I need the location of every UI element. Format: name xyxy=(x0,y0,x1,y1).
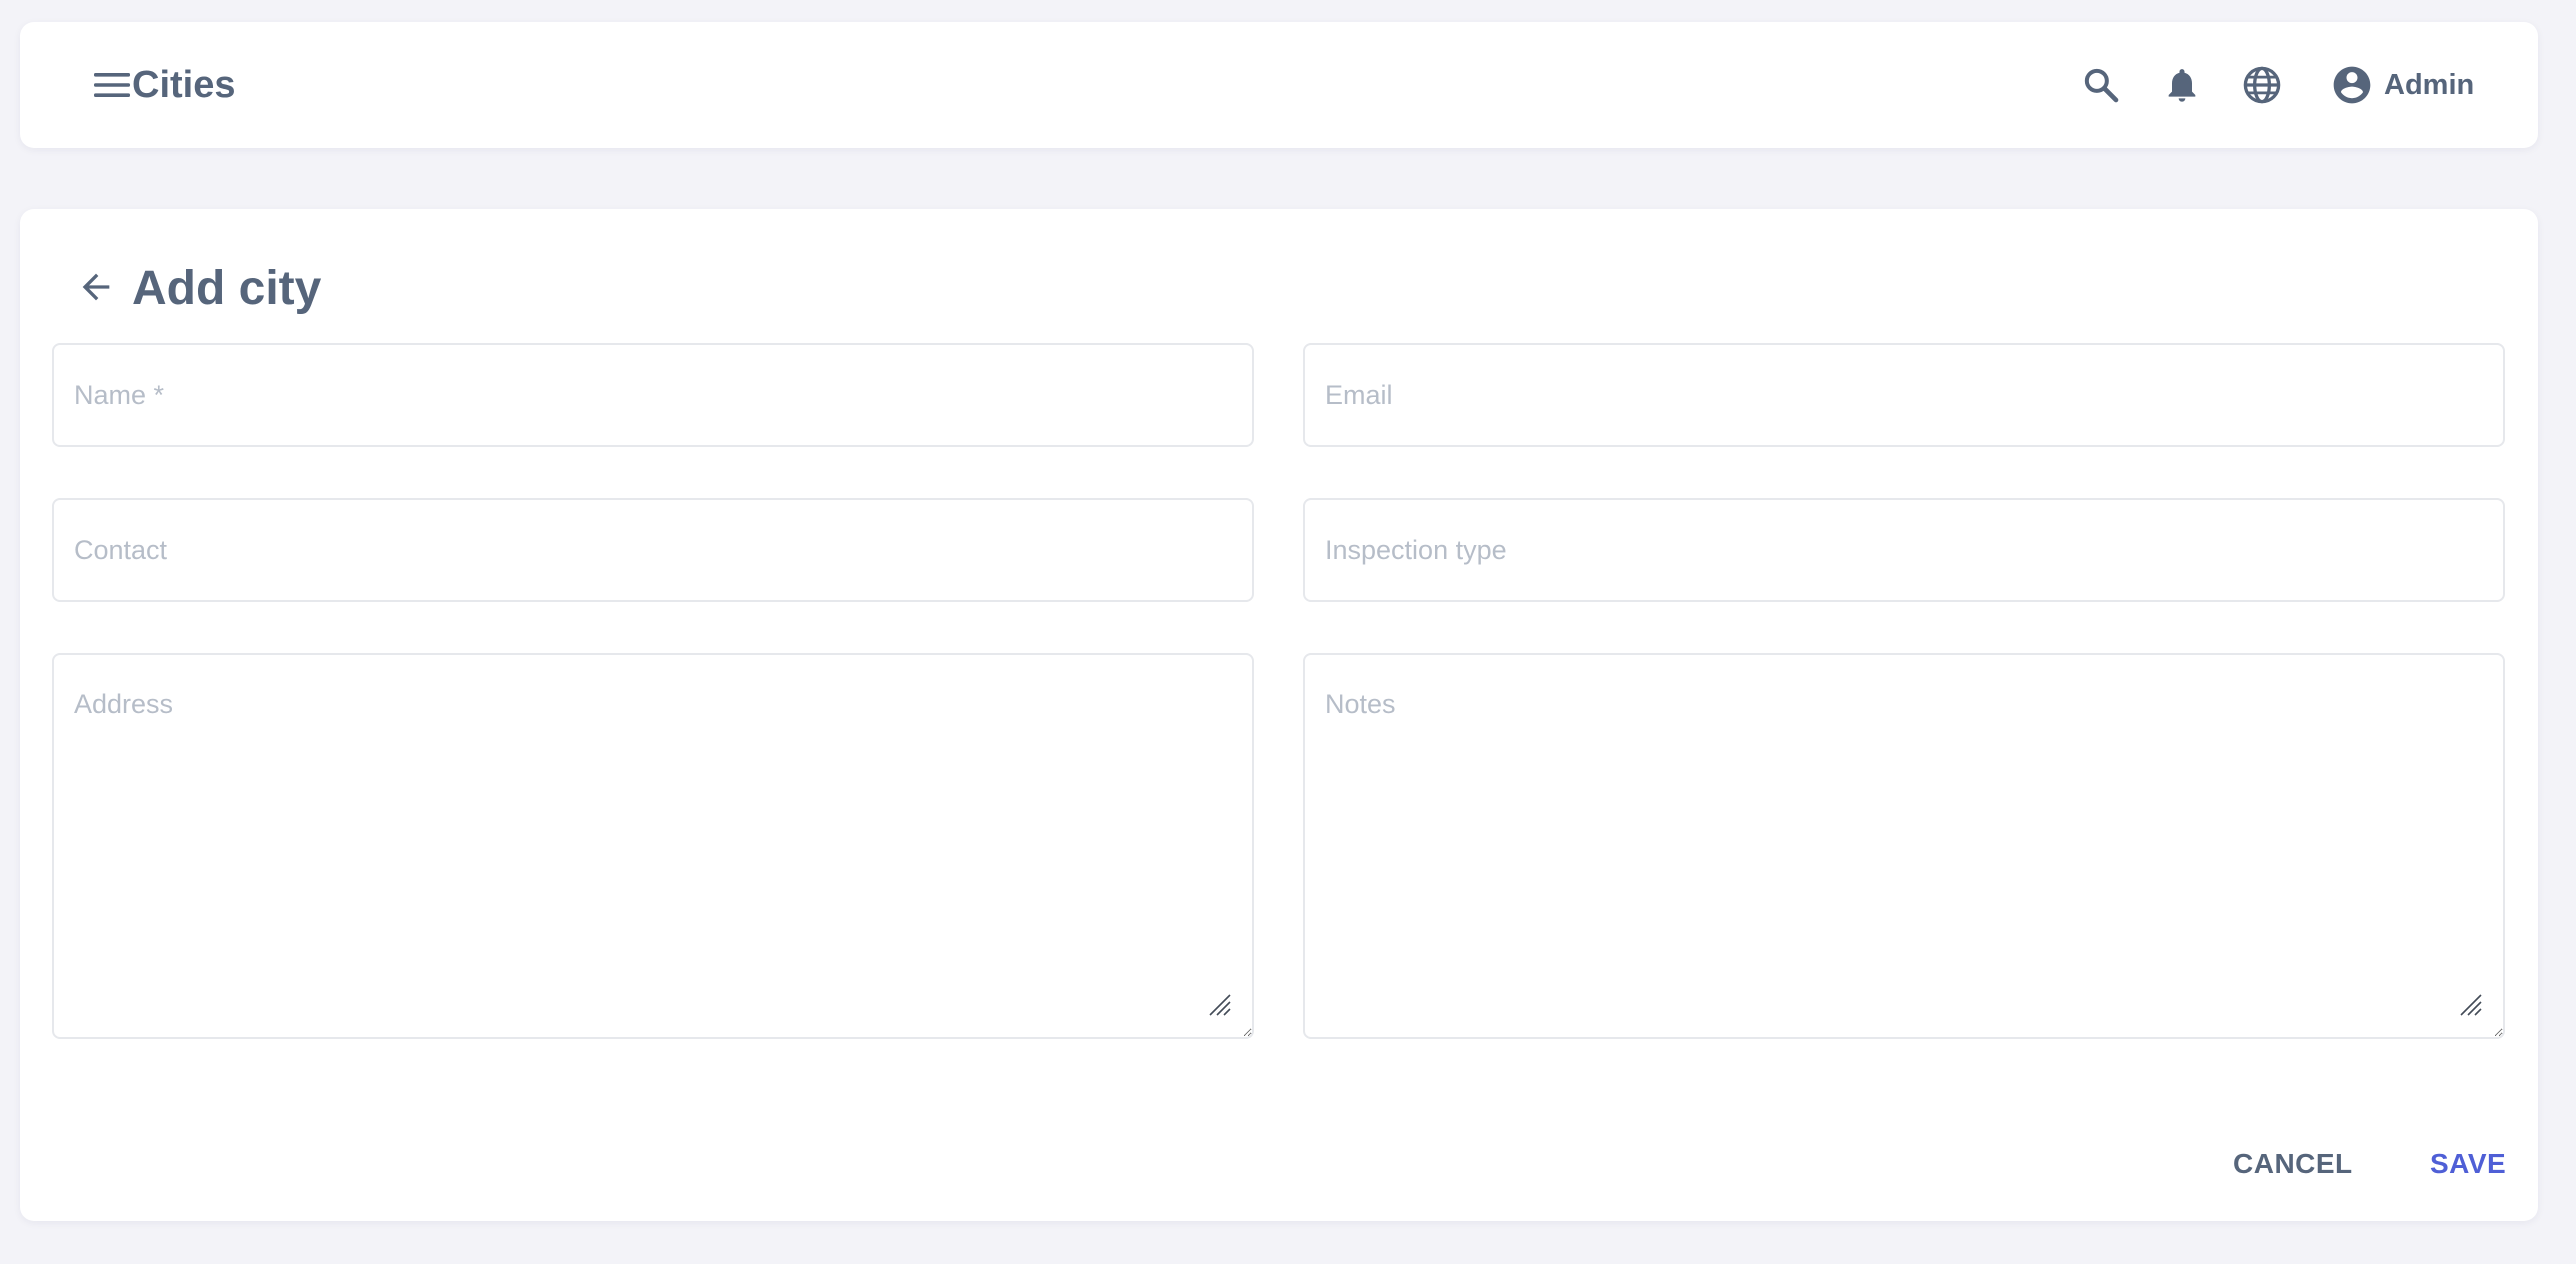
contact-input[interactable] xyxy=(52,498,1254,602)
name-input[interactable] xyxy=(52,343,1254,447)
bell-icon xyxy=(2168,69,2196,102)
back-button[interactable] xyxy=(68,259,124,315)
language-button[interactable] xyxy=(2236,59,2288,111)
search-icon xyxy=(2084,68,2119,103)
cancel-button[interactable]: CANCEL xyxy=(2223,1140,2363,1188)
user-menu[interactable]: Admin xyxy=(2330,59,2474,111)
address-textarea[interactable] xyxy=(52,653,1254,1039)
app-title: Cities xyxy=(132,64,236,106)
arrow-left-icon xyxy=(82,273,110,301)
inspection-type-input[interactable] xyxy=(1303,498,2505,602)
email-input[interactable] xyxy=(1303,343,2505,447)
page-title: Add city xyxy=(132,262,322,315)
hamburger-menu-icon xyxy=(94,73,130,97)
notifications-button[interactable] xyxy=(2156,59,2208,111)
search-button[interactable] xyxy=(2075,59,2127,111)
notes-textarea[interactable] xyxy=(1303,653,2505,1039)
app-header: Cities Admin xyxy=(20,22,2538,148)
globe-icon xyxy=(2243,66,2281,104)
save-button[interactable]: SAVE xyxy=(2420,1140,2516,1188)
account-circle-icon xyxy=(2333,66,2371,104)
add-city-form-card: Add city CANCEL SAVE xyxy=(20,209,2538,1221)
user-name: Admin xyxy=(2384,68,2475,101)
